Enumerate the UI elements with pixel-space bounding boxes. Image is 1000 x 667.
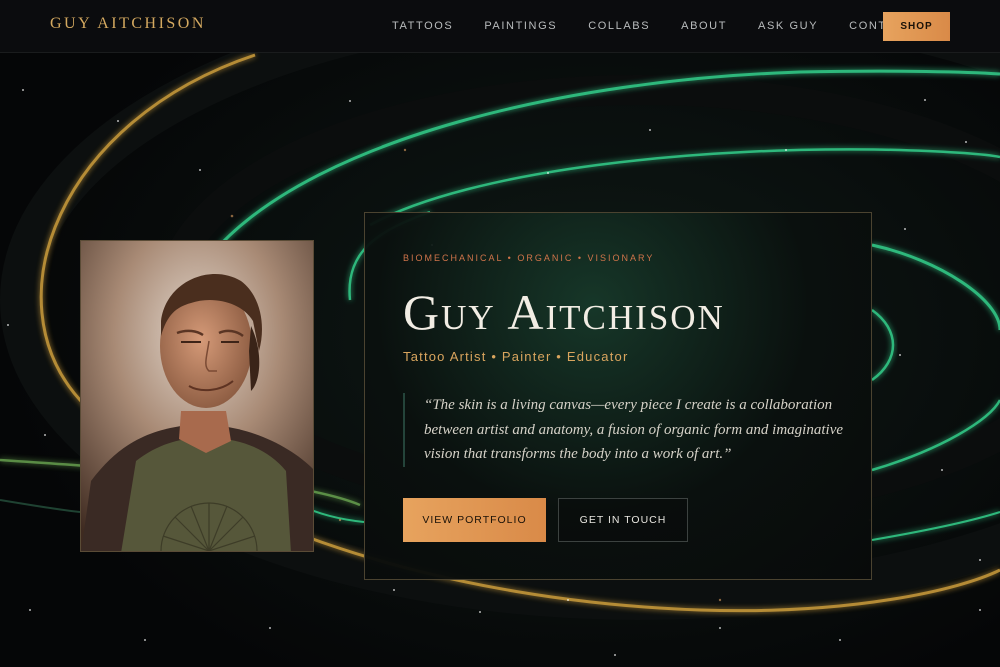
nav-tattoos[interactable]: TATTOOS — [392, 20, 453, 32]
nav-about[interactable]: ABOUT — [681, 20, 727, 32]
shop-button[interactable]: SHOP — [883, 12, 950, 41]
hero-card: BIOMECHANICAL • ORGANIC • VISIONARY Guy … — [364, 212, 872, 580]
hero-title: Guy Aitchison — [403, 284, 725, 340]
artist-portrait — [80, 240, 314, 552]
nav-ask-guy[interactable]: ASK GUY — [758, 20, 818, 32]
nav-collabs[interactable]: COLLABS — [588, 20, 650, 32]
main-menu: TATTOOS PAINTINGS COLLABS ABOUT ASK GUY … — [392, 20, 944, 32]
hero-tagline: BIOMECHANICAL • ORGANIC • VISIONARY — [403, 253, 655, 263]
site-logo[interactable]: GUY AITCHISON — [50, 15, 206, 33]
top-navigation: GUY AITCHISON TATTOOS PAINTINGS COLLABS … — [0, 0, 1000, 53]
portrait-painting — [81, 241, 313, 551]
nav-paintings[interactable]: PAINTINGS — [484, 20, 557, 32]
view-portfolio-button[interactable]: VIEW PORTFOLIO — [403, 498, 546, 542]
artist-quote: “The skin is a living canvas—every piece… — [403, 393, 843, 467]
hero-subtitle: Tattoo Artist • Painter • Educator — [403, 349, 629, 364]
get-in-touch-button[interactable]: GET IN TOUCH — [558, 498, 688, 542]
